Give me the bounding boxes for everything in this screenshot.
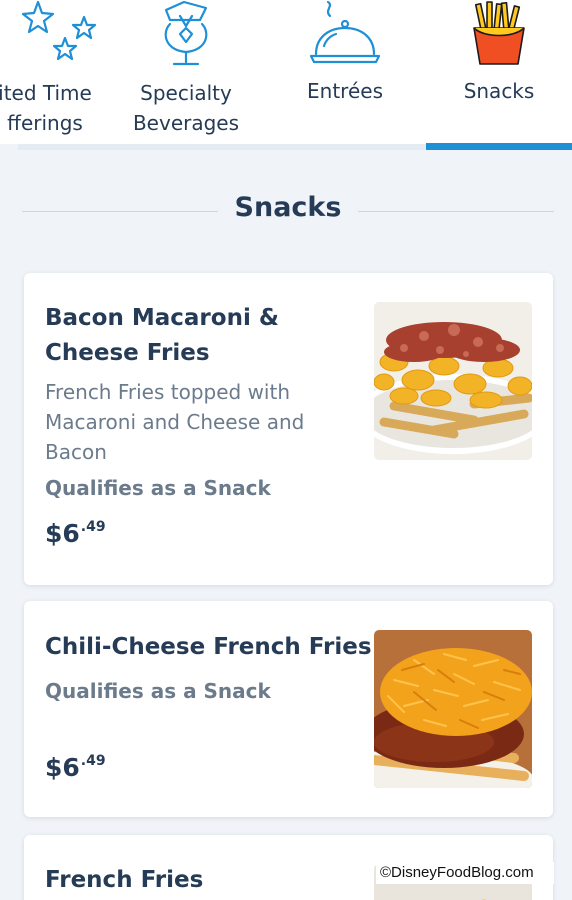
cloche-icon — [309, 0, 381, 64]
item-name: Bacon Macaroni & Cheese Fries — [45, 305, 279, 366]
section-title: Snacks — [234, 192, 342, 223]
selected-tab-indicator — [426, 143, 572, 150]
category-tab-bar: ited Time fferings Specialty Beverages E… — [0, 0, 572, 150]
menu-item-card[interactable]: Bacon Macaroni & Cheese Fries French Fri… — [24, 273, 553, 585]
tab-specialty-beverages[interactable]: Specialty Beverages — [106, 0, 266, 144]
tab-bar-shadow — [18, 144, 426, 150]
item-price: $6.49 — [45, 519, 106, 548]
cocktail-icon — [164, 0, 208, 66]
item-description: French Fries topped with Macaroni and Ch… — [45, 380, 305, 464]
snack-credit-note: Qualifies as a Snack — [45, 679, 271, 703]
item-price: $6.49 — [45, 753, 106, 782]
bacon-mac-fries-photo[interactable] — [374, 302, 532, 460]
price-dollars: $6 — [45, 753, 80, 782]
divider — [358, 211, 554, 212]
menu-item-card[interactable]: Chili-Cheese French Fries Qualifies as a… — [24, 601, 553, 817]
tab-label: Snacks — [463, 79, 535, 103]
tab-snacks[interactable]: Snacks — [426, 0, 572, 144]
section-header: Snacks — [0, 190, 572, 234]
item-name: Chili-Cheese French Fries — [45, 634, 372, 660]
tab-label: Specialty Beverages — [132, 81, 240, 135]
divider — [22, 211, 218, 212]
watermark: ©DisneyFoodBlog.com — [376, 862, 554, 884]
price-cents: .49 — [80, 753, 106, 769]
fries-icon — [473, 1, 525, 65]
price-cents: .49 — [80, 519, 106, 535]
stars-icon — [21, 0, 97, 61]
tab-label: Entrées — [307, 79, 383, 103]
tab-entrees[interactable]: Entrées — [270, 0, 420, 144]
price-dollars: $6 — [45, 519, 80, 548]
snack-credit-note: Qualifies as a Snack — [45, 476, 271, 500]
item-name: French Fries — [45, 867, 204, 893]
chili-cheese-fries-photo[interactable] — [374, 630, 532, 788]
